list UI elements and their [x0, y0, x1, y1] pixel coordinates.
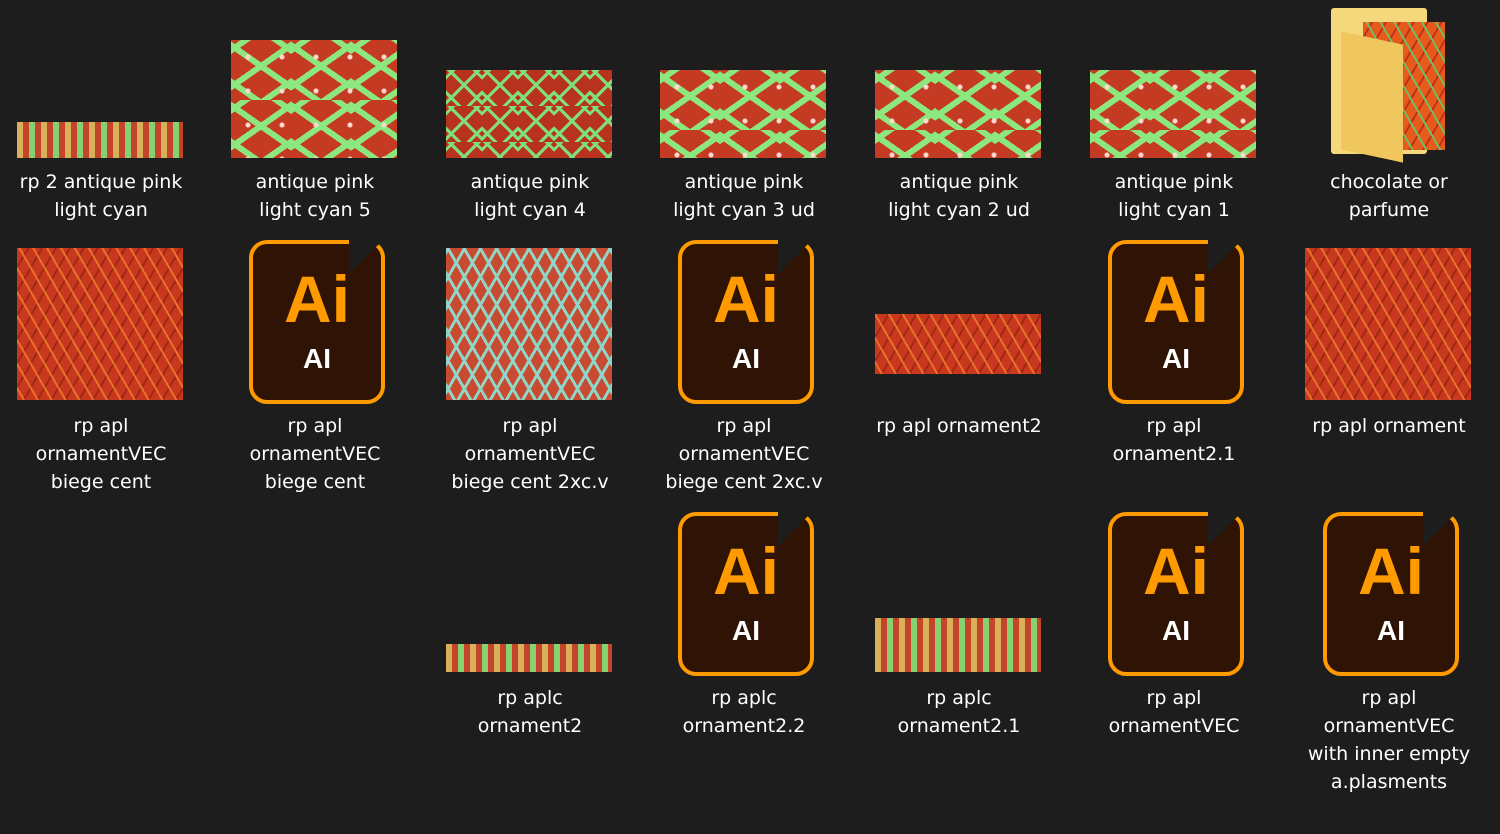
image-thumbnail — [875, 618, 1041, 672]
file-name: rp apl ornamentVEC biege cent — [35, 415, 167, 493]
image-thumbnail — [660, 70, 826, 158]
file-name: antique pink light cyan 1 — [1114, 171, 1234, 221]
image-thumbnail — [1305, 248, 1471, 400]
file-name: rp apl ornament — [1312, 415, 1466, 437]
file-name: rp apl ornamentVEC biege cent — [249, 415, 381, 493]
image-thumbnail — [446, 644, 612, 672]
file-name: rp aplc ornament2 — [477, 687, 583, 737]
image-thumbnail — [17, 248, 183, 400]
image-thumbnail — [875, 70, 1041, 158]
file-name: rp aplc ornament2.2 — [682, 687, 806, 737]
illustrator-file-icon: Ai AI — [249, 240, 385, 404]
image-thumbnail — [17, 122, 183, 158]
image-thumbnail — [446, 248, 612, 400]
file-name: rp 2 antique pink light cyan — [19, 171, 183, 221]
file-name: rp apl ornament2 — [876, 415, 1042, 437]
file-name: rp aplc ornament2.1 — [897, 687, 1021, 737]
file-name: antique pink light cyan 3 ud — [673, 171, 815, 221]
image-thumbnail — [231, 40, 397, 158]
file-name: rp apl ornamentVEC biege cent 2xc.v — [665, 415, 823, 493]
file-name: rp apl ornamentVEC biege cent 2xc.v — [451, 415, 609, 493]
file-name: rp apl ornamentVEC — [1108, 687, 1240, 737]
illustrator-file-icon: Ai AI — [1323, 512, 1459, 676]
image-thumbnail — [875, 314, 1041, 374]
file-name: antique pink light cyan 5 — [255, 171, 375, 221]
file-name: antique pink light cyan 4 — [470, 171, 590, 221]
file-name: antique pink light cyan 2 ud — [888, 171, 1030, 221]
image-thumbnail — [1090, 70, 1256, 158]
illustrator-file-icon: Ai AI — [1108, 240, 1244, 404]
file-name: rp apl ornament2.1 — [1112, 415, 1236, 465]
image-thumbnail — [446, 70, 612, 158]
illustrator-file-icon: Ai AI — [678, 512, 814, 676]
illustrator-file-icon: Ai AI — [1108, 512, 1244, 676]
file-name: chocolate or parfume — [1330, 171, 1448, 221]
file-name: rp apl ornamentVEC with inner empty a.pl… — [1307, 687, 1471, 793]
file-explorer-view: { "files": [ {"name": "rp 2 antique pink… — [0, 0, 1500, 834]
illustrator-file-icon: Ai AI — [678, 240, 814, 404]
folder-icon — [1331, 8, 1447, 163]
